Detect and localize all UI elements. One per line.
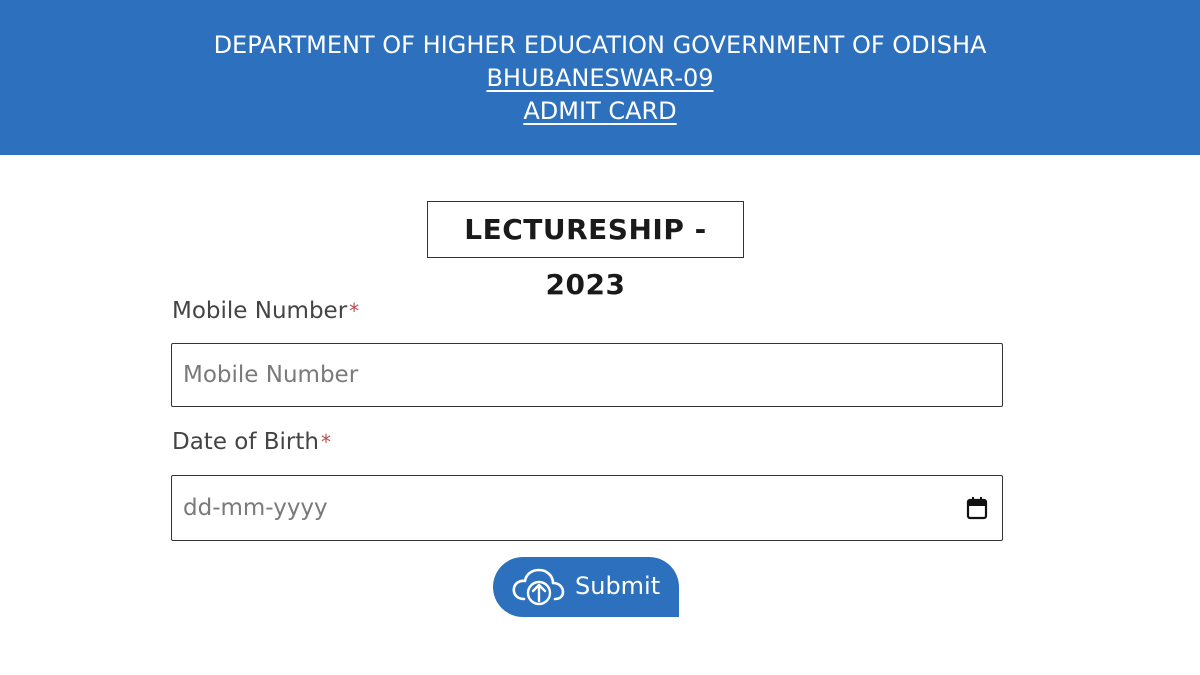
- submit-label: Submit: [575, 572, 661, 600]
- department-title: DEPARTMENT OF HIGHER EDUCATION GOVERNMEN…: [213, 31, 987, 59]
- submit-button[interactable]: Submit: [493, 557, 679, 617]
- exam-title: LECTURESHIP - 2023: [427, 201, 744, 301]
- calendar-icon[interactable]: [966, 496, 988, 520]
- dob-field[interactable]: [171, 475, 1003, 541]
- header-banner: DEPARTMENT OF HIGHER EDUCATION GOVERNMEN…: [0, 0, 1200, 155]
- cloud-upload-icon: [512, 568, 565, 606]
- location-link[interactable]: BHUBANESWAR-09: [486, 64, 713, 92]
- mobile-field[interactable]: [171, 343, 1003, 407]
- required-mark: *: [320, 430, 331, 454]
- dob-label-text: Date of Birth: [172, 429, 319, 455]
- mobile-input[interactable]: [183, 344, 943, 406]
- dob-input[interactable]: [183, 476, 943, 540]
- required-mark: *: [349, 299, 360, 323]
- mobile-label: Mobile Number *: [172, 296, 359, 326]
- dob-label: Date of Birth *: [172, 427, 331, 457]
- mobile-label-text: Mobile Number: [172, 298, 348, 324]
- admit-card-link[interactable]: ADMIT CARD: [523, 97, 676, 125]
